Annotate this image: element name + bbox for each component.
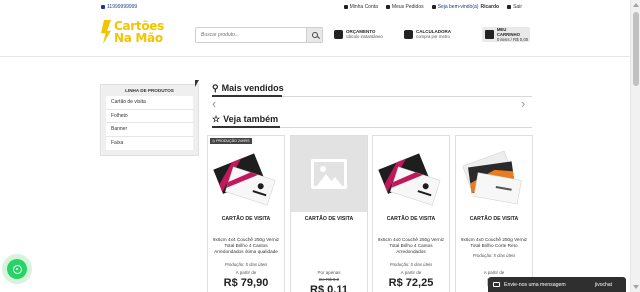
product-price: R$ 0,11 xyxy=(310,284,348,292)
old-price: De R$ 0,0 xyxy=(318,277,340,282)
product-description: 9x5cm 4x0 Couchê 250g Verniz Total Brilh… xyxy=(460,237,528,248)
welcome-prefix: Seja bem-vindo(a) xyxy=(437,4,479,10)
search-box xyxy=(195,27,323,43)
product-image[interactable] xyxy=(456,136,532,212)
product-price: R$ 72,25 xyxy=(388,277,434,289)
chat-brand: jivochat xyxy=(595,281,612,288)
star-icon: ☆ xyxy=(212,113,221,124)
my-account-label: Minha Conta xyxy=(349,4,378,10)
clock-icon: ◷ xyxy=(212,139,216,143)
sidebar-title: LINHA DE PRODUTOS xyxy=(125,88,174,93)
see-also-rule xyxy=(212,126,532,128)
product-card[interactable]: CARTÃO DE VISITA Por apenas De R$ 0,0 R$… xyxy=(290,135,368,292)
orcamento-link[interactable]: ORÇAMENTO cálculo instantâneo xyxy=(334,29,383,39)
product-name[interactable]: CARTÃO DE VISITA xyxy=(208,216,284,222)
whatsapp-button[interactable] xyxy=(7,259,27,279)
sidebar-item-banner[interactable]: Banner xyxy=(106,123,193,137)
my-account-link[interactable]: Minha Conta xyxy=(343,4,378,10)
my-orders-link[interactable]: Meus Pedidos xyxy=(385,4,424,10)
cart-title: MEU CARRINHO xyxy=(496,27,520,37)
product-name[interactable]: CARTÃO DE VISITA xyxy=(373,216,449,222)
search-icon xyxy=(311,32,318,38)
cart-button[interactable]: MEU CARRINHO 0 itens / R$ 0,00 xyxy=(482,27,530,42)
rocket-icon xyxy=(334,29,343,39)
product-production-time: Produção: 5 dias úteis xyxy=(472,253,516,258)
price-prefix: A partir de xyxy=(235,270,257,275)
badge-label: PRODUÇÃO 24HRS xyxy=(216,139,250,143)
search-input[interactable] xyxy=(196,28,306,42)
checkbox-icon xyxy=(385,5,390,9)
calculadora-link[interactable]: CALCULADORA compra por metro xyxy=(404,29,451,39)
award-icon: ⚲ xyxy=(212,82,219,93)
business-card-image xyxy=(462,150,522,205)
see-also-heading: ☆ Veja também xyxy=(212,114,278,124)
chat-label: Envie-nos uma mensagem xyxy=(504,281,566,288)
best-sellers-title: Mais vendidos xyxy=(221,83,284,93)
business-card-image xyxy=(213,153,276,206)
logo-line-2: Na Mão xyxy=(114,31,163,45)
product-card[interactable]: CARTÃO DE VISITA 9x5cm 4x0 Couchê 250g V… xyxy=(372,135,450,292)
business-card-image xyxy=(378,153,441,206)
sidebar-item-faixa[interactable]: Faixa xyxy=(106,137,193,151)
sidebar-list: Cartão de visita Folheto Banner Faixa xyxy=(106,96,193,150)
product-image[interactable]: ◷ PRODUÇÃO 24HRS xyxy=(208,136,284,212)
image-placeholder-icon xyxy=(311,159,347,189)
production-badge: ◷ PRODUÇÃO 24HRS xyxy=(210,138,252,144)
whatsapp-icon xyxy=(12,264,22,274)
site-logo[interactable]: Cartões Na Mão xyxy=(101,20,164,44)
product-description: 9x5cm 4x0 Couchê 250g Verniz Total Brilh… xyxy=(377,237,445,254)
product-image-placeholder[interactable] xyxy=(291,136,367,212)
page-scrollbar[interactable] xyxy=(630,0,640,292)
user-icon xyxy=(431,5,436,9)
logout-label: Sair xyxy=(513,4,522,10)
phone-number: 11999999999 xyxy=(107,4,138,10)
phone-contact[interactable]: 11999999999 xyxy=(101,4,137,10)
see-also-title: Veja também xyxy=(223,114,279,124)
top-bar: 11999999999 Minha Conta Meus Pedidos Sej… xyxy=(0,0,630,14)
lightning-logo-icon xyxy=(101,20,111,44)
carousel-prev-button[interactable]: ‹ xyxy=(212,97,216,110)
product-price: R$ 79,90 xyxy=(223,277,269,289)
product-card[interactable]: ◷ PRODUÇÃO 24HRS CARTÃO DE VISITA 9x5cm … xyxy=(207,135,285,292)
price-prefix: A partir de xyxy=(483,270,505,275)
product-name[interactable]: CARTÃO DE VISITA xyxy=(456,216,532,222)
product-production-time: Produção: 5 dias úteis xyxy=(389,262,433,267)
chat-bubble-icon xyxy=(493,282,500,287)
sidebar-item-folheto[interactable]: Folheto xyxy=(106,110,193,123)
price-prefix: Por apenas xyxy=(317,270,341,275)
logout-icon xyxy=(507,5,512,9)
account-links: Minha Conta Meus Pedidos Seja bem-vindo(… xyxy=(343,4,522,10)
header-divider xyxy=(0,56,630,57)
calculator-icon xyxy=(404,29,413,39)
orcamento-subtitle: cálculo instantâneo xyxy=(346,34,383,39)
my-orders-label: Meus Pedidos xyxy=(391,4,424,10)
scroll-thumb[interactable] xyxy=(633,12,639,86)
logo-text: Cartões Na Mão xyxy=(114,20,164,44)
product-production-time: Produção: 5 dias úteis xyxy=(224,262,268,267)
carousel-next-button[interactable]: › xyxy=(521,97,525,110)
user-name: Ricardo xyxy=(480,4,500,10)
user-icon xyxy=(343,5,348,9)
best-sellers-rule xyxy=(212,95,532,97)
search-button[interactable] xyxy=(306,27,323,43)
price-prefix: A partir de xyxy=(400,270,422,275)
cart-icon xyxy=(485,30,494,39)
product-image[interactable] xyxy=(373,136,449,212)
product-line-sidebar: LINHA DE PRODUTOS Cartão de visita Folhe… xyxy=(100,84,199,156)
product-card[interactable]: CARTÃO DE VISITA 9x5cm 4x0 Couchê 250g V… xyxy=(455,135,533,292)
chat-widget[interactable]: Envie-nos uma mensagem jivochat xyxy=(488,277,626,292)
calculadora-subtitle: compra por metro xyxy=(416,34,450,39)
scroll-down-arrow-icon[interactable] xyxy=(633,285,639,289)
sidebar-item-cartao-de-visita[interactable]: Cartão de visita xyxy=(106,96,193,110)
welcome-text: Seja bem-vindo(a) Ricardo xyxy=(431,4,500,10)
logout-link[interactable]: Sair xyxy=(507,4,522,10)
cart-summary: 0 itens / R$ 0,00 xyxy=(496,37,529,42)
best-sellers-heading: ⚲ Mais vendidos xyxy=(212,83,284,93)
product-description: 9x5cm 4x4 Couchê 250g Verniz Total Brilh… xyxy=(212,237,280,254)
phone-icon xyxy=(101,5,105,9)
mouse-cursor xyxy=(195,80,199,87)
scroll-up-arrow-icon[interactable] xyxy=(633,3,639,7)
product-name[interactable]: CARTÃO DE VISITA xyxy=(291,216,367,222)
